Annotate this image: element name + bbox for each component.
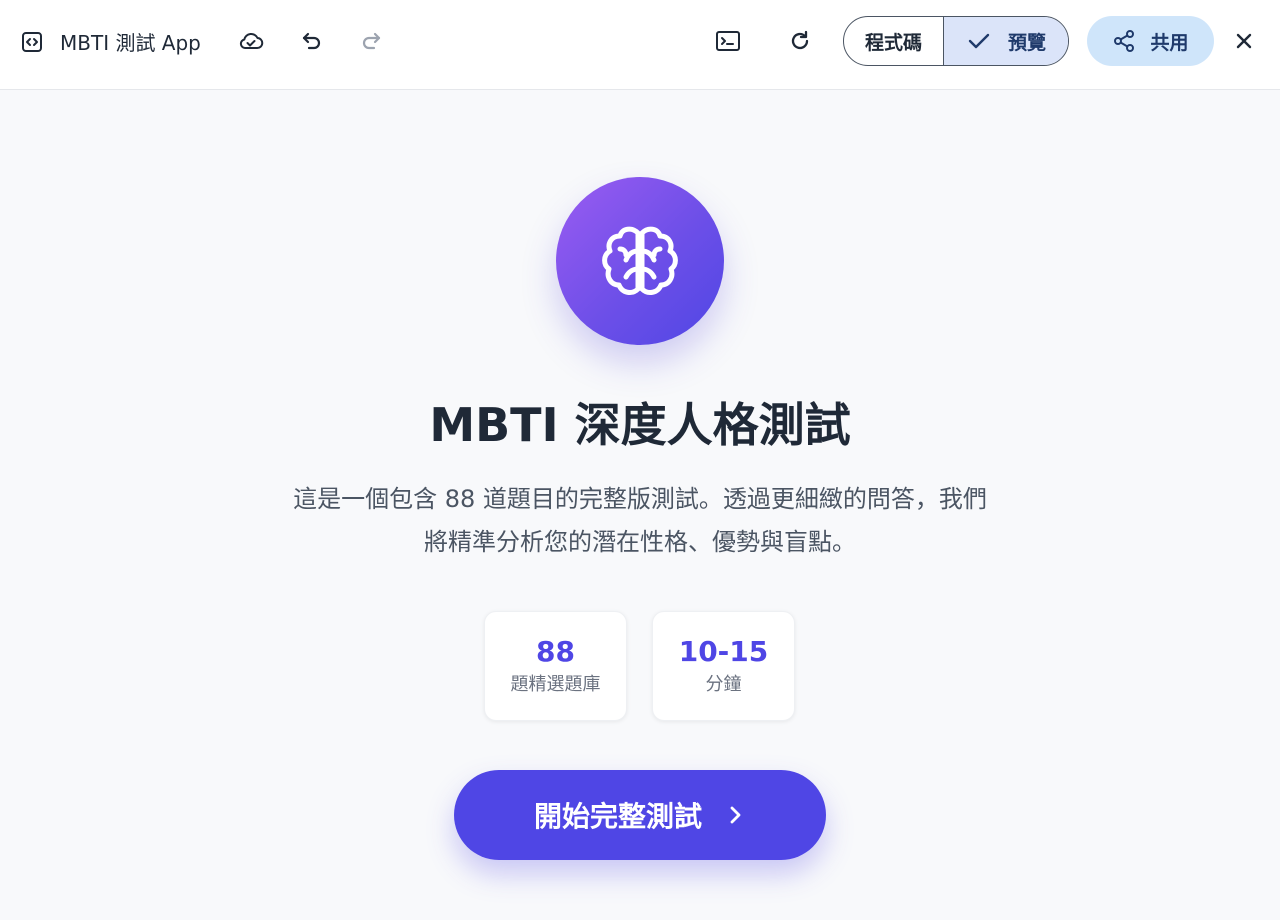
tab-preview-label: 預覽: [1007, 31, 1046, 54]
stat-label: 題精選題庫: [510, 674, 601, 695]
stat-value: 88: [536, 635, 575, 668]
terminal-button[interactable]: [708, 21, 748, 61]
hero-brain-badge: [556, 177, 724, 345]
refresh-button[interactable]: [780, 21, 820, 61]
tab-preview[interactable]: 預覽: [944, 17, 1068, 65]
check-icon: [968, 33, 990, 49]
page-title: MBTI 深度人格測試: [429, 398, 851, 452]
app-title: MBTI 測試 App: [60, 30, 201, 55]
redo-icon: [362, 32, 381, 50]
tab-code-label: 程式碼: [864, 31, 922, 54]
undo-icon: [302, 32, 321, 50]
view-toggle: 程式碼 預覽: [843, 16, 1069, 66]
top-toolbar: MBTI 測試 App 程式碼 預覽 共用: [0, 0, 1280, 90]
share-icon: [1114, 30, 1135, 52]
stat-card-questions: 88 題精選題庫: [484, 611, 627, 721]
stat-card-duration: 10-15 分鐘: [652, 611, 795, 721]
redo-button[interactable]: [351, 21, 391, 61]
undo-button[interactable]: [292, 21, 332, 61]
close-button[interactable]: [1224, 21, 1264, 61]
page-description: 這是一個包含 88 道題目的完整版測試。透過更細緻的問答，我們將精準分析您的潛在…: [293, 485, 987, 556]
stat-label: 分鐘: [705, 674, 742, 695]
close-icon: [1236, 33, 1252, 49]
tab-code[interactable]: 程式碼: [844, 17, 944, 65]
share-button[interactable]: 共用: [1087, 16, 1214, 66]
code-bracket-icon: [18, 28, 46, 56]
terminal-icon: [716, 31, 740, 51]
share-label: 共用: [1150, 31, 1189, 54]
brain-icon: [602, 226, 678, 295]
chevron-right-icon: [730, 806, 741, 824]
stat-value: 10-15: [678, 635, 769, 668]
refresh-icon: [791, 30, 809, 50]
start-test-button[interactable]: 開始完整測試: [454, 770, 826, 860]
cloud-sync-button[interactable]: [231, 21, 271, 61]
start-test-label: 開始完整測試: [533, 800, 702, 833]
cloud-sync-icon: [239, 32, 264, 49]
